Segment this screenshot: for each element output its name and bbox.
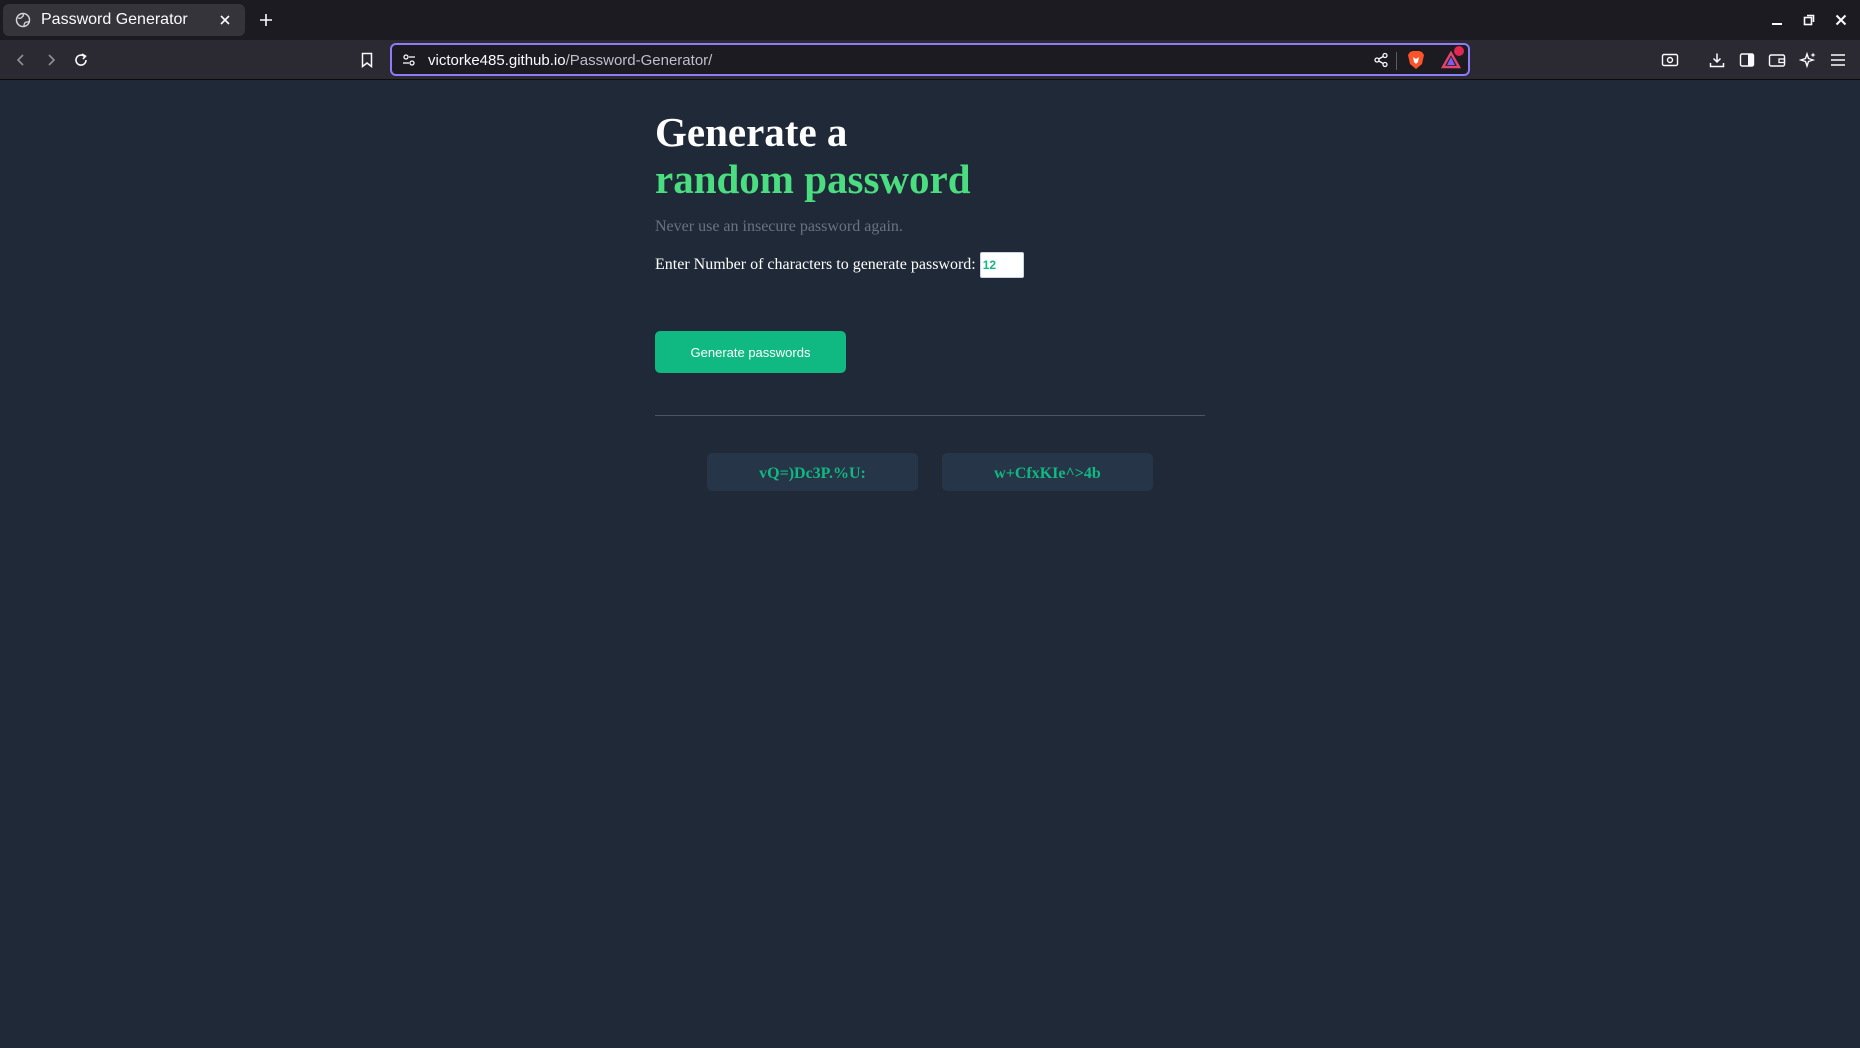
rewards-badge (1454, 46, 1464, 56)
url-text[interactable]: victorke485.github.io/Password-Generator… (428, 52, 712, 69)
tab-title: Password Generator (41, 11, 188, 28)
password-output-1[interactable]: vQ=)Dc3P.%U: (707, 453, 918, 491)
navigation-toolbar: victorke485.github.io/Password-Generator… (0, 40, 1860, 80)
divider (655, 415, 1205, 416)
wallet-icon[interactable] (1766, 49, 1788, 71)
sidebar-icon[interactable] (1736, 49, 1758, 71)
bookmark-icon[interactable] (356, 49, 378, 71)
length-input[interactable] (979, 252, 1024, 278)
menu-icon[interactable] (1827, 49, 1849, 71)
screenshot-icon[interactable] (1659, 49, 1681, 71)
url-separator (1396, 52, 1397, 70)
page-title: Generate a (655, 109, 848, 155)
download-icon[interactable] (1706, 49, 1728, 71)
address-bar[interactable]: victorke485.github.io/Password-Generator… (390, 43, 1470, 76)
tab-password-generator[interactable]: Password Generator (3, 4, 245, 36)
back-icon[interactable] (10, 49, 32, 71)
close-icon[interactable] (217, 12, 233, 28)
page-subtitle: Never use an insecure password again. (655, 218, 903, 235)
leo-ai-icon[interactable] (1797, 49, 1819, 71)
password-output-2[interactable]: w+CfxKIe^>4b (942, 453, 1153, 491)
site-info-icon[interactable] (402, 53, 416, 72)
length-label: Enter Number of characters to generate p… (655, 256, 976, 273)
url-host: victorke485.github.io (428, 52, 566, 69)
generate-passwords-button[interactable]: Generate passwords (655, 331, 846, 373)
maximize-icon[interactable] (1799, 10, 1819, 30)
plus-icon[interactable] (256, 10, 276, 30)
brave-shield-icon[interactable] (1407, 50, 1425, 75)
tab-strip: Password Generator (0, 0, 1860, 40)
share-icon[interactable] (1373, 52, 1389, 73)
minimize-icon[interactable] (1767, 10, 1787, 30)
forward-icon[interactable] (40, 49, 62, 71)
globe-icon (15, 12, 31, 28)
page-title-accent: random password (655, 156, 971, 202)
url-path: /Password-Generator/ (565, 52, 713, 69)
reload-icon[interactable] (70, 49, 92, 71)
length-row: Enter Number of characters to generate p… (655, 252, 1024, 278)
window-close-icon[interactable] (1831, 10, 1851, 30)
